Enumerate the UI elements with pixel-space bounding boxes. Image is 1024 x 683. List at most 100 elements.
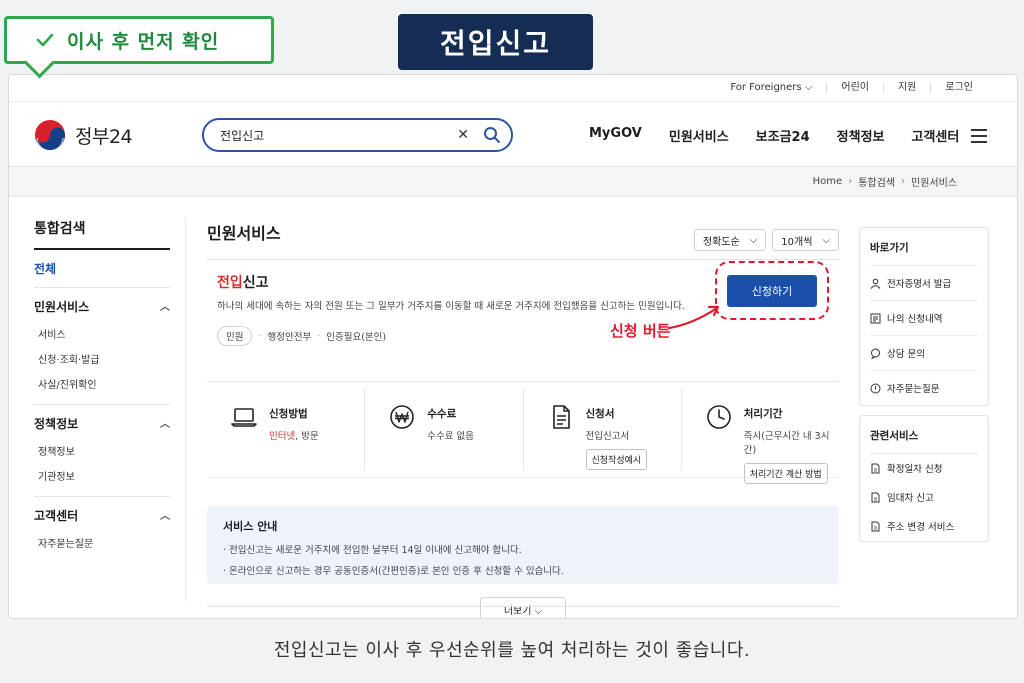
util-link-login[interactable]: 로그인: [930, 83, 987, 93]
related-fixed-date[interactable]: 확정일자 신청: [870, 454, 978, 483]
left-nav-title: 통합검색: [34, 218, 170, 250]
shortcut-cert[interactable]: 전자증명서 발급: [870, 266, 978, 301]
close-icon[interactable]: ✕: [457, 127, 469, 143]
page-size-select[interactable]: 10개씩 ⌵: [772, 229, 839, 251]
divider: [207, 606, 839, 607]
left-nav-item[interactable]: 정책정보: [34, 440, 170, 465]
related-address-change[interactable]: 주소 변경 서비스: [870, 512, 978, 541]
taegeuk-logo-icon: [35, 120, 65, 152]
document-icon: [871, 463, 880, 473]
service-info-row: 신청방법 인터넷, 방문 수수료 수수료 없음 신청서 전입신고서 신청작성예시 처리기…: [207, 382, 839, 484]
search-box: ✕: [202, 118, 513, 152]
chevron-down-icon: ⌵: [749, 234, 758, 246]
chevron-up-icon: ︿: [160, 302, 170, 313]
chat-icon: [871, 348, 880, 359]
left-nav-item[interactable]: 자주묻는질문: [34, 532, 170, 557]
left-nav-item[interactable]: 서비스: [34, 323, 170, 348]
gnb-mygov[interactable]: MyGOV: [589, 126, 642, 145]
breadcrumb-search[interactable]: 통합검색: [858, 174, 895, 189]
info-method: 신청방법 인터넷, 방문: [207, 388, 366, 471]
gnb-customer-center[interactable]: 고객센터: [912, 126, 960, 145]
service-agency: 행정안전부: [267, 332, 312, 343]
gnb-civil-service[interactable]: 민원서비스: [669, 126, 729, 145]
apply-annotation: 신청 버튼: [610, 322, 671, 340]
chevron-right-icon: ›: [901, 176, 905, 187]
shortcut-box: 바로가기 전자증명서 발급 나의 신청내역 상담 문의 자주묻는질문: [859, 227, 989, 406]
more-button[interactable]: 더보기 ⌵: [480, 597, 566, 618]
sort-controls: 정확도순 ⌵ 10개씩 ⌵: [693, 229, 839, 251]
gnb-policy[interactable]: 정책정보: [837, 126, 885, 145]
brand-name: 정부24: [75, 125, 133, 148]
utility-bar: For Foreigners ⌵ 어린이 지원 로그인: [9, 75, 1017, 101]
help-icon: [870, 383, 881, 393]
info-form: 신청서 전입신고서 신청작성예시: [524, 388, 682, 471]
left-nav-group-header[interactable]: 민원서비스 ︿: [34, 298, 170, 315]
title-pill: 전입신고: [398, 14, 593, 70]
caption-text: 전입신고는 이사 후 우선순위를 높여 처리하는 것이 좋습니다.: [273, 640, 751, 661]
left-nav-item[interactable]: 신청·조회·발급: [34, 348, 170, 373]
left-nav: 통합검색 전체 민원서비스 ︿ 서비스 신청·조회·발급 사실/진위확인 정책정보…: [34, 218, 170, 563]
left-nav-group-header[interactable]: 고객센터 ︿: [34, 507, 170, 524]
gnb-subsidy[interactable]: 보조금24: [756, 126, 810, 145]
main-content: 민원서비스 정확도순 ⌵ 10개씩 ⌵ 전입신고 하나의 세대에 속하는 자의 전원…: [207, 218, 839, 618]
clock-icon: [706, 405, 731, 429]
main-header: 민원서비스 정확도순 ⌵ 10개씩 ⌵: [207, 218, 839, 260]
breadcrumb: Home › 통합검색 › 민원서비스: [9, 167, 1017, 197]
left-nav-group-header[interactable]: 정책정보 ︿: [34, 415, 170, 432]
breadcrumb-home[interactable]: Home: [813, 176, 843, 187]
info-period: 처리기간 즉시(근무시간 내 3시간) 처리기간 계산 방법: [682, 388, 839, 484]
util-link-kids[interactable]: 어린이: [826, 83, 883, 93]
won-icon: [390, 405, 415, 429]
search-input[interactable]: [220, 128, 458, 142]
guide-title: 서비스 안내: [223, 520, 278, 533]
util-link-support[interactable]: 지원: [882, 83, 930, 93]
callout-text: 이사 후 먼저 확인: [67, 30, 220, 53]
section-title: 민원서비스: [207, 224, 281, 243]
breadcrumb-current: 민원서비스: [911, 178, 957, 189]
apply-highlight: 신청하기: [715, 261, 829, 320]
check-icon: [36, 33, 54, 47]
shortcut-history[interactable]: 나의 신청내역: [870, 301, 978, 336]
divider: [185, 218, 186, 601]
search-icon[interactable]: [483, 126, 501, 144]
global-nav: MyGOV 민원서비스 보조금24 정책정보 고객센터: [589, 126, 959, 145]
user-icon: [870, 278, 881, 289]
form-example-button[interactable]: 신청작성예시: [585, 449, 648, 470]
menu-icon[interactable]: [971, 129, 987, 147]
left-nav-all[interactable]: 전체: [34, 250, 170, 288]
shortcut-title: 바로가기: [870, 236, 978, 266]
sort-order-select[interactable]: 정확도순 ⌵: [693, 229, 767, 251]
chevron-up-icon: ︿: [160, 511, 170, 522]
document-icon: [552, 405, 570, 429]
list-icon: [870, 313, 881, 323]
service-auth: 인증필요(본인): [326, 332, 387, 343]
guide-line: · 온라인으로 신고하는 경우 공동인증서(간편인증)로 본인 인증 후 신청할…: [223, 566, 564, 577]
chevron-right-icon: ›: [848, 176, 853, 187]
service-card: 전입신고 하나의 세대에 속하는 자의 전원 또는 그 일부가 거주지를 이동할…: [207, 260, 839, 382]
brand-logo[interactable]: 정부24: [33, 118, 133, 152]
related-lease-report[interactable]: 임대차 신고: [870, 483, 978, 512]
chevron-down-icon: ⌵: [822, 234, 830, 246]
document-icon: [871, 521, 880, 531]
related-title: 관련서비스: [870, 424, 978, 454]
shortcut-consult[interactable]: 상담 문의: [870, 336, 978, 371]
info-fee: 수수료 수수료 없음: [365, 388, 524, 471]
period-calc-button[interactable]: 처리기간 계산 방법: [743, 463, 828, 484]
left-nav-group-customer: 고객센터 ︿ 자주묻는질문: [34, 497, 170, 563]
chevron-up-icon: ︿: [160, 419, 170, 430]
browser-frame: For Foreigners ⌵ 어린이 지원 로그인 정부24 ✕ MyGOV…: [8, 74, 1018, 619]
service-guide: 서비스 안내 · 전입신고는 새로운 거주지에 전입한 날부터 14일 이내에 …: [207, 506, 839, 584]
left-nav-group-civil: 민원서비스 ︿ 서비스 신청·조회·발급 사실/진위확인: [34, 288, 170, 405]
laptop-icon: [231, 408, 257, 427]
apply-button[interactable]: 신청하기: [727, 274, 817, 307]
site-header: 정부24 ✕ MyGOV 민원서비스 보조금24 정책정보 고객센터: [9, 101, 1017, 167]
related-box: 관련서비스 확정일자 신청 임대차 신고 주소 변경 서비스: [859, 415, 989, 542]
right-sidebar: 바로가기 전자증명서 발급 나의 신청내역 상담 문의 자주묻는질문 관련서비스…: [859, 227, 989, 551]
document-icon: [871, 492, 880, 502]
shortcut-faq[interactable]: 자주묻는질문: [870, 371, 978, 405]
guide-line: · 전입신고는 새로운 거주지에 전입한 날부터 14일 이내에 신고해야 합니…: [223, 545, 522, 556]
util-link-foreigners[interactable]: For Foreigners ⌵: [716, 83, 826, 93]
service-type-tag: 민원: [217, 326, 253, 346]
left-nav-item[interactable]: 기관정보: [34, 465, 170, 490]
left-nav-item[interactable]: 사실/진위확인: [34, 373, 170, 398]
